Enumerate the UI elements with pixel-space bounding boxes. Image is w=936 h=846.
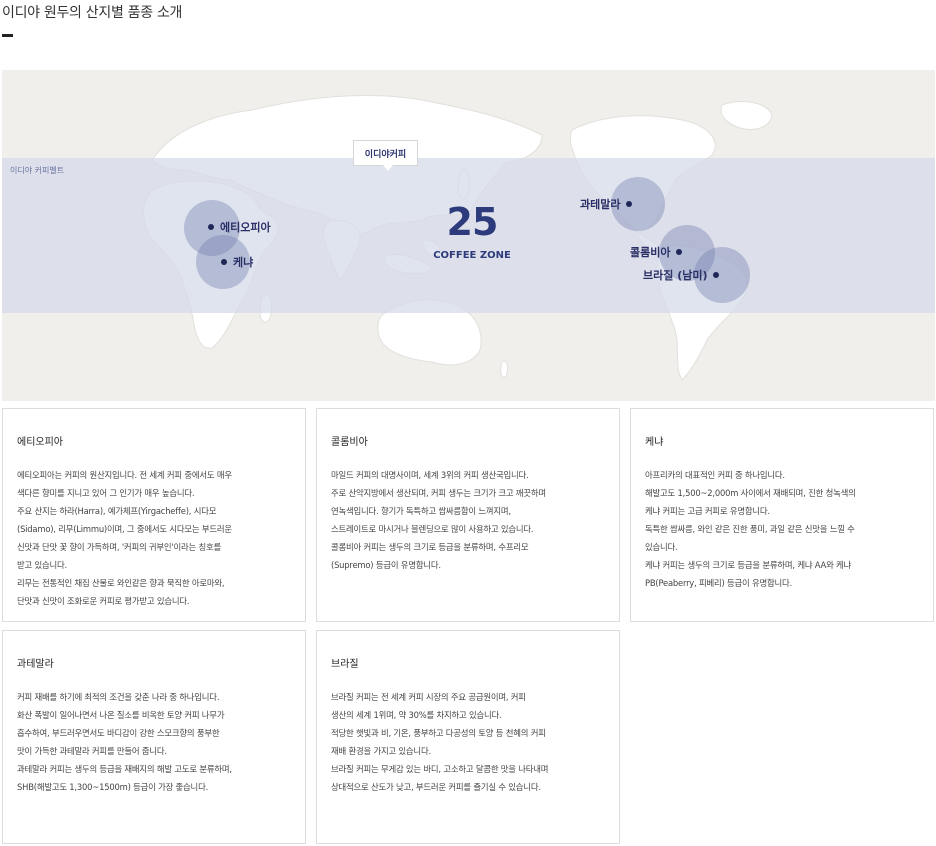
- card-title: 브라질: [331, 659, 359, 670]
- page-title: 이디야 원두의 산지별 품종 소개: [2, 5, 183, 21]
- origin-card-guatemala: 과테말라 커피 재배를 하기에 최적의 조건을 갖춘 나라 중 하나입니다. 화…: [2, 630, 306, 844]
- origin-card-kenya: 케냐 아프리카의 대표적인 커피 중 하나입니다. 해발고도 1,500~2,0…: [630, 408, 934, 622]
- origin-card-ethiopia: 에티오피아 에티오피아는 커피의 원산지입니다. 전 세계 커피 중에서도 매우…: [2, 408, 306, 622]
- coffee-belt-map: 이디야 커피벨트 이디야커피 25 COFFEE ZONE 에티오피아 케냐 과…: [2, 70, 935, 401]
- origin-marker-guatemala[interactable]: 과테말라: [580, 196, 633, 212]
- origin-marker-brazil[interactable]: 브라질 (남미): [643, 267, 720, 283]
- coffee-zone-number: 25: [446, 200, 499, 244]
- origin-label-kenya: 케냐: [233, 256, 254, 269]
- origin-card-colombia: 콜롬비아 마일드 커피의 대명사이며, 세계 3위의 커피 생산국입니다. 주로…: [316, 408, 620, 622]
- coffee-belt-label: 이디야 커피벨트: [10, 166, 65, 175]
- card-title: 콜롬비아: [331, 437, 368, 448]
- card-title: 에티오피아: [17, 437, 63, 448]
- coffee-zone-label: COFFEE ZONE: [433, 250, 511, 261]
- card-description: 브라질 커피는 전 세계 커피 시장의 주요 공급원이며, 커피 생산의 세계 …: [331, 692, 549, 792]
- card-description: 마일드 커피의 대명사이며, 세계 3위의 커피 생산국입니다. 주로 산악지방…: [331, 470, 546, 570]
- origin-label-brazil: 브라질 (남미): [643, 269, 708, 282]
- card-description: 아프리카의 대표적인 커피 중 하나입니다. 해발고도 1,500~2,000m…: [645, 470, 856, 588]
- title-underline: [2, 34, 13, 37]
- marker-dot-icon: [676, 249, 683, 255]
- card-description: 커피 재배를 하기에 최적의 조건을 갖춘 나라 중 하나입니다. 화산 폭발이…: [17, 692, 232, 792]
- origin-card-brazil: 브라질 브라질 커피는 전 세계 커피 시장의 주요 공급원이며, 커피 생산의…: [316, 630, 620, 844]
- marker-dot-icon: [221, 259, 227, 265]
- origin-marker-kenya[interactable]: 케냐: [221, 254, 253, 270]
- marker-dot-icon: [626, 201, 633, 207]
- card-title: 과테말라: [17, 659, 54, 670]
- marker-dot-icon: [208, 224, 214, 230]
- origin-label-guatemala: 과테말라: [580, 198, 621, 211]
- card-description: 에티오피아는 커피의 원산지입니다. 전 세계 커피 중에서도 매우 색다른 향…: [17, 470, 232, 606]
- ediya-brand-tag: 이디야커피: [353, 140, 418, 171]
- card-title: 케냐: [645, 437, 664, 448]
- marker-dot-icon: [713, 272, 720, 278]
- origin-marker-colombia[interactable]: 콜롬비아: [630, 244, 683, 260]
- origin-label-colombia: 콜롬비아: [630, 246, 671, 259]
- origin-label-ethiopia: 에티오피아: [220, 221, 271, 234]
- origin-marker-ethiopia[interactable]: 에티오피아: [208, 219, 271, 235]
